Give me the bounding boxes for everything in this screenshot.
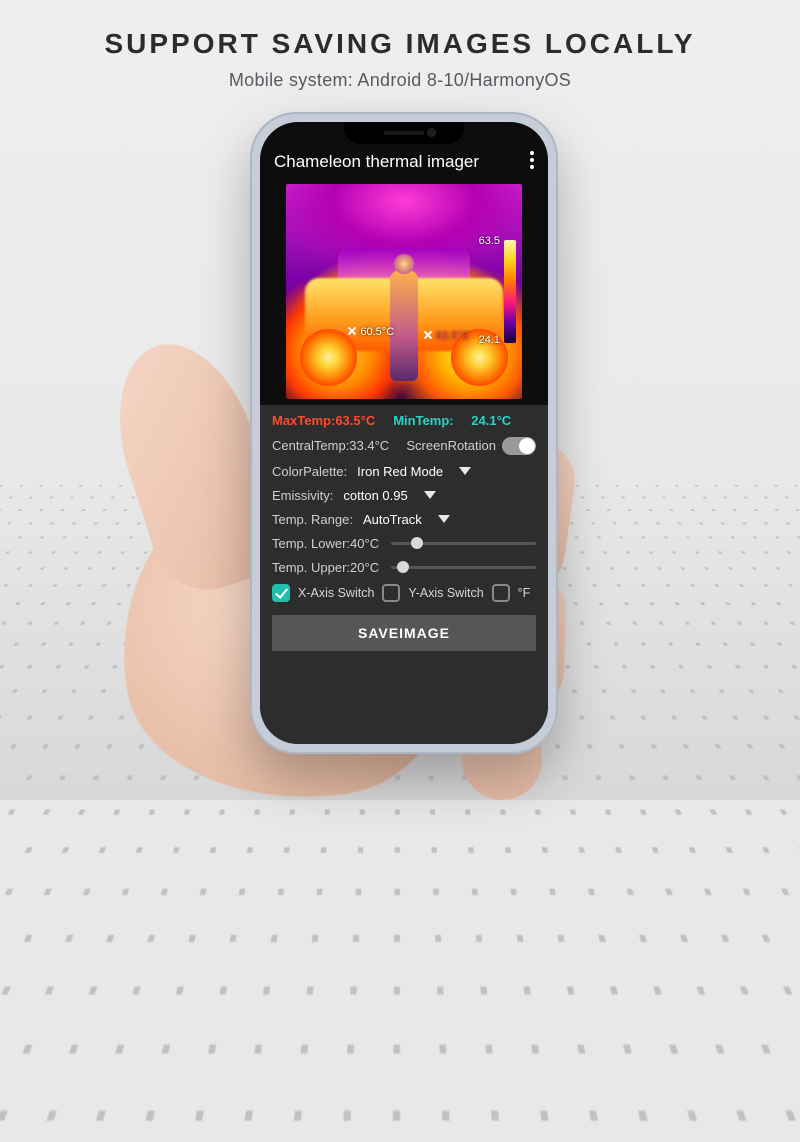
thermal-image[interactable]: 63.5 24.1 60.5°C 63.5°C bbox=[286, 184, 522, 399]
fahrenheit-label: °F bbox=[518, 586, 531, 600]
temp-upper-label: Temp. Upper:20°C bbox=[272, 560, 379, 575]
emissivity-dropdown[interactable]: Emissivity: cotton 0.95 bbox=[272, 488, 536, 503]
fahrenheit-checkbox[interactable] bbox=[492, 584, 510, 602]
screen-rotation-label: ScreenRotation bbox=[406, 438, 496, 453]
min-temp-label: MinTemp: bbox=[393, 413, 453, 428]
phone-screen: Chameleon thermal imager 63.5 24.1 60.5°… bbox=[260, 122, 548, 744]
chevron-down-icon bbox=[424, 491, 436, 499]
y-axis-switch-checkbox[interactable] bbox=[382, 584, 400, 602]
color-palette-label: ColorPalette: bbox=[272, 464, 347, 479]
central-temp-readout: CentralTemp:33.4°C bbox=[272, 438, 389, 453]
color-palette-dropdown[interactable]: ColorPalette: Iron Red Mode bbox=[272, 464, 536, 479]
scale-min-label: 24.1 bbox=[479, 334, 500, 346]
screen-rotation-toggle[interactable] bbox=[502, 437, 536, 455]
color-palette-value: Iron Red Mode bbox=[357, 464, 443, 479]
temp-range-label: Temp. Range: bbox=[272, 512, 353, 527]
marketing-subhead: Mobile system: Android 8-10/HarmonyOS bbox=[0, 70, 800, 91]
chevron-down-icon bbox=[438, 515, 450, 523]
y-axis-switch-label: Y-Axis Switch bbox=[408, 586, 483, 600]
x-axis-switch-label: X-Axis Switch bbox=[298, 586, 374, 600]
info-panel: MaxTemp:63.5°C MinTemp: 24.1°C CentralTe… bbox=[260, 405, 548, 744]
marketing-headline: SUPPORT SAVING IMAGES LOCALLY bbox=[0, 28, 800, 60]
temp-upper-slider[interactable] bbox=[391, 566, 536, 569]
temp-range-dropdown[interactable]: Temp. Range: AutoTrack bbox=[272, 512, 536, 527]
phone-frame: Chameleon thermal imager 63.5 24.1 60.5°… bbox=[250, 112, 558, 754]
app-title: Chameleon thermal imager bbox=[274, 152, 479, 172]
emissivity-label: Emissivity: bbox=[272, 488, 333, 503]
temp-range-value: AutoTrack bbox=[363, 512, 422, 527]
temp-marker-high: 63.5°C bbox=[423, 330, 470, 342]
phone-notch bbox=[344, 122, 464, 144]
chevron-down-icon bbox=[459, 467, 471, 475]
save-image-button[interactable]: SAVEIMAGE bbox=[272, 615, 536, 651]
scale-max-label: 63.5 bbox=[479, 235, 500, 247]
overflow-menu-icon[interactable] bbox=[530, 151, 534, 172]
min-temp-value: 24.1°C bbox=[471, 413, 511, 428]
temp-lower-slider[interactable] bbox=[391, 542, 536, 545]
emissivity-value: cotton 0.95 bbox=[343, 488, 407, 503]
temp-marker-low: 60.5°C bbox=[347, 326, 394, 338]
color-scale-bar bbox=[504, 240, 516, 343]
x-axis-switch-checkbox[interactable] bbox=[272, 584, 290, 602]
max-temp-readout: MaxTemp:63.5°C bbox=[272, 413, 375, 428]
temp-lower-label: Temp. Lower:40°C bbox=[272, 536, 379, 551]
